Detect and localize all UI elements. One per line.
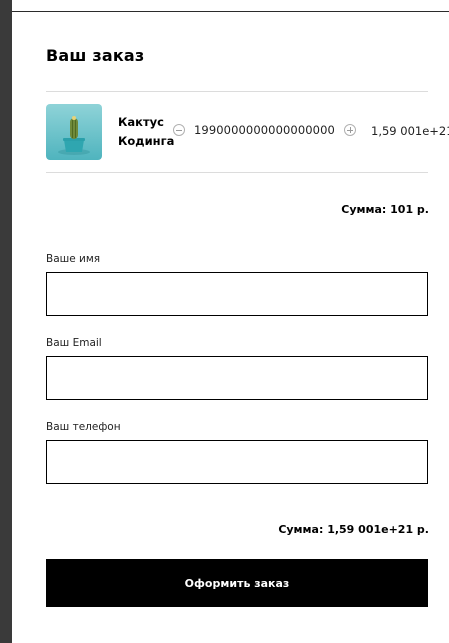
quantity-value: 1990000000000000000	[194, 123, 335, 137]
name-label: Ваше имя	[46, 253, 101, 265]
name-field[interactable]	[46, 272, 428, 316]
subtotal-text: Сумма: 101 р.	[341, 203, 429, 216]
plus-icon[interactable]	[343, 124, 356, 136]
quantity-stepper: 1990000000000000000	[173, 123, 356, 137]
email-field[interactable]	[46, 356, 428, 400]
phone-field[interactable]	[46, 440, 428, 484]
minus-icon[interactable]	[173, 124, 185, 136]
order-title: Ваш заказ	[46, 46, 145, 65]
email-label: Ваш Email	[46, 337, 102, 349]
phone-label: Ваш телефон	[46, 421, 121, 433]
order-panel: Ваш заказ Кактус Кодинга 199000000000000…	[12, 12, 449, 643]
divider-bottom	[46, 172, 428, 173]
cactus-pot-image	[46, 104, 102, 160]
product-name-line1: Кактус	[118, 115, 164, 129]
total-text: Сумма: 1,59 001e+21 р.	[278, 523, 429, 536]
checkout-button[interactable]: Оформить заказ	[46, 559, 428, 607]
product-image	[46, 104, 102, 160]
backdrop-edge	[0, 0, 12, 643]
line-total: 1,59 001e+21 р.	[371, 124, 449, 138]
product-name: Кактус Кодинга	[118, 113, 178, 151]
divider-top	[46, 91, 428, 92]
product-name-line2: Кодинга	[118, 134, 175, 148]
